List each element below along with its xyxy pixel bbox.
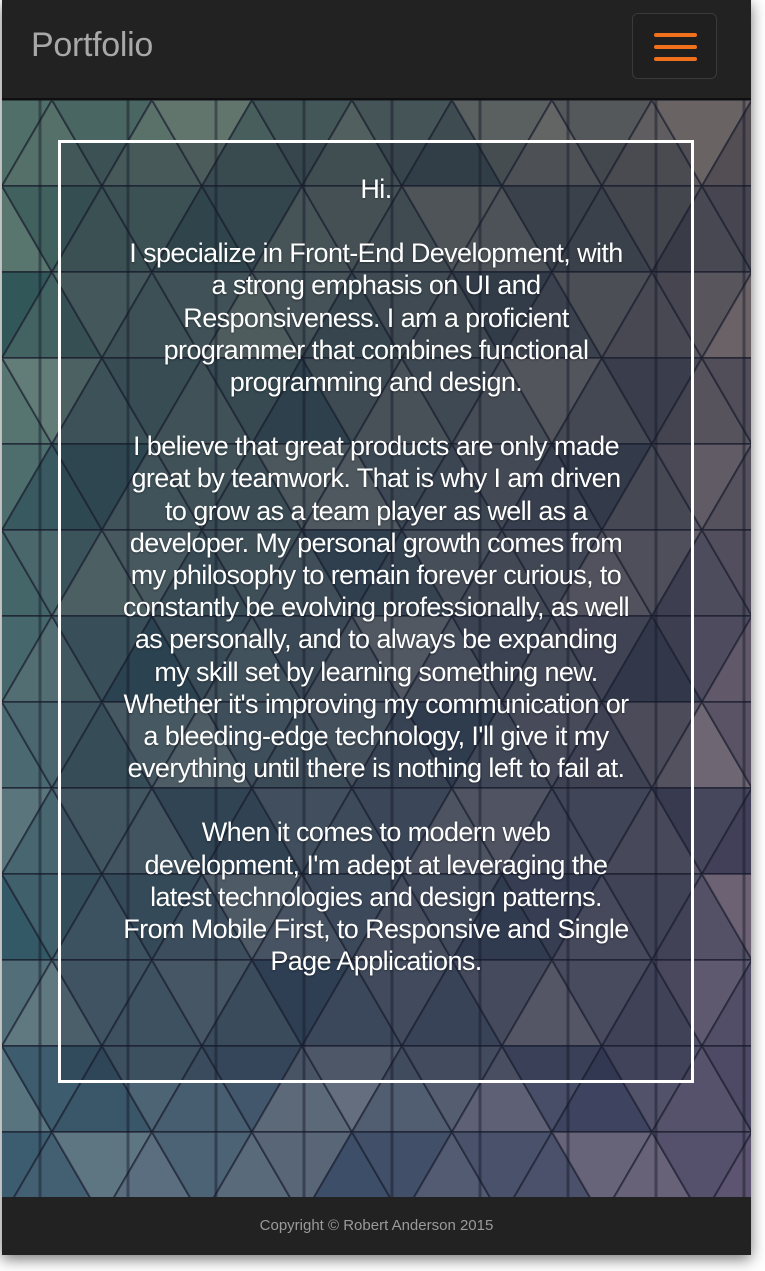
about-paragraph-1: I specialize in Front-End Development, w…: [129, 238, 623, 398]
about-box: Hi. I specialize in Front-End Developmen…: [58, 140, 694, 1083]
menu-toggle-button[interactable]: [632, 13, 717, 79]
navbar: Portfolio: [2, 0, 751, 100]
about-paragraph-3: When it comes to modern web development,…: [123, 817, 629, 977]
hero-section: Hi. I specialize in Front-End Developmen…: [2, 100, 751, 1197]
browser-viewport: Portfolio Hi. I specialize in Front-End …: [2, 0, 751, 1255]
about-text: Hi. I specialize in Front-End Developmen…: [121, 173, 631, 1009]
brand-link[interactable]: Portfolio: [31, 26, 153, 65]
copyright-text: Copyright © Robert Anderson 2015: [259, 1217, 494, 1234]
greeting-text: Hi.: [360, 174, 392, 204]
about-paragraph-2: I believe that great products are only m…: [122, 431, 630, 784]
footer: Copyright © Robert Anderson 2015: [2, 1197, 751, 1255]
